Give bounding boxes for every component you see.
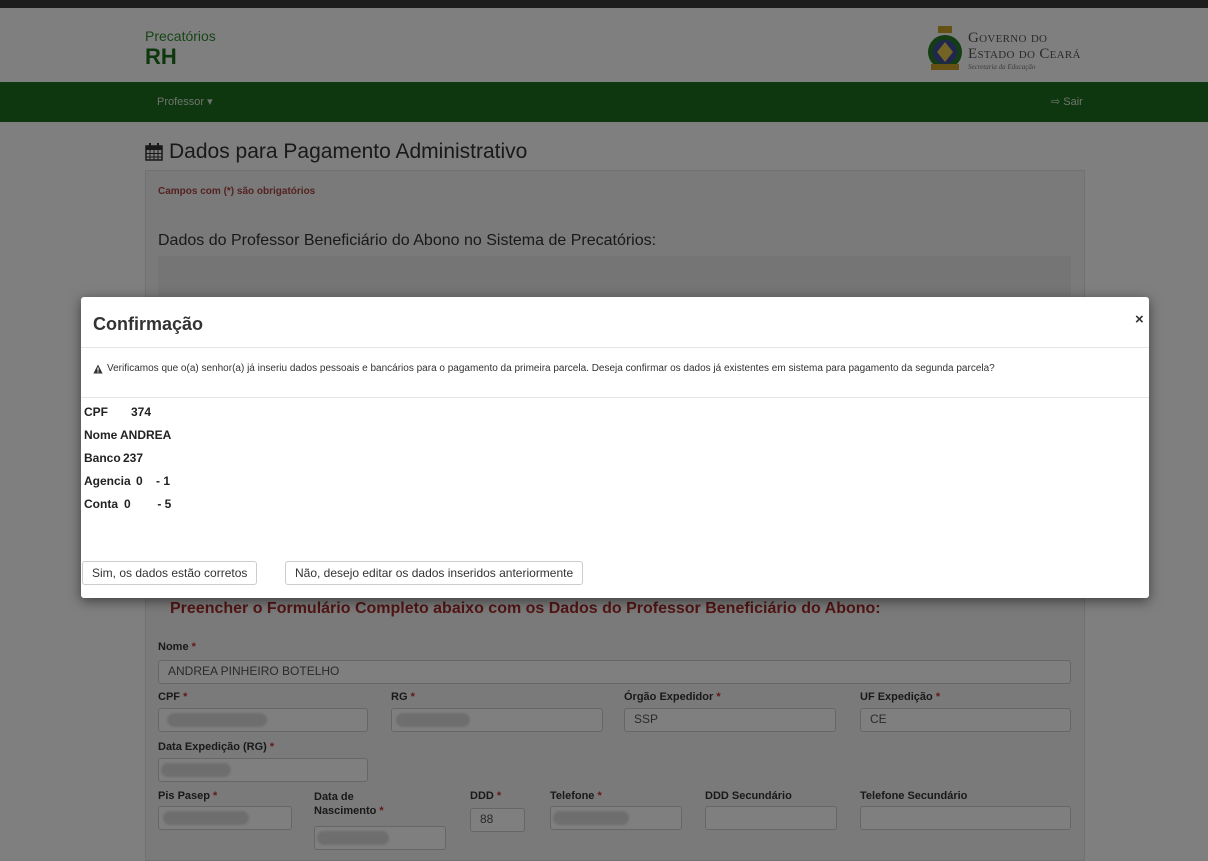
modal-divider <box>81 347 1149 348</box>
detail-row-nome: Nome ANDREA <box>84 428 171 442</box>
detail-row-cpf: CPF 374 <box>84 405 151 419</box>
detail-value: 374 <box>131 405 152 419</box>
detail-value: 0 - 1 <box>136 474 171 488</box>
modal-message: Verificamos que o(a) senhor(a) já inseri… <box>93 363 995 374</box>
detail-row-banco: Banco 237 <box>84 451 143 465</box>
confirmation-modal: Confirmação × Verificamos que o(a) senho… <box>81 297 1149 598</box>
detail-key: CPF <box>84 405 108 419</box>
modal-message-text: Verificamos que o(a) senhor(a) já inseri… <box>107 363 995 374</box>
modal-title: Confirmação <box>93 314 204 334</box>
detail-key: Agencia <box>84 474 131 488</box>
edit-data-button[interactable]: Não, desejo editar os dados inseridos an… <box>285 561 584 585</box>
warning-icon <box>93 364 103 373</box>
detail-row-conta: Conta 0 - 5 <box>84 497 171 511</box>
modal-divider <box>81 397 1149 398</box>
detail-key: Banco <box>84 451 121 465</box>
detail-key: Conta <box>84 497 118 511</box>
detail-value: 0 - 5 <box>124 497 172 511</box>
detail-value: 237 <box>123 451 144 465</box>
confirm-data-button[interactable]: Sim, os dados estão corretos <box>82 561 258 585</box>
detail-key: Nome <box>84 428 118 442</box>
detail-value: ANDREA <box>120 428 172 442</box>
close-icon[interactable]: × <box>1135 311 1144 328</box>
detail-row-agencia: Agencia 0 - 1 <box>84 474 170 488</box>
